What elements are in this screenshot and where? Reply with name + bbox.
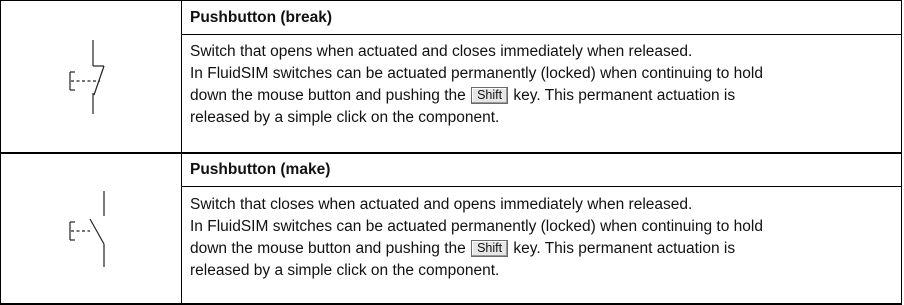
description-line: down the mouse button and pushing the Sh… <box>190 85 895 107</box>
description-line: down the mouse button and pushing the Sh… <box>190 238 895 260</box>
pushbutton-make-description: Pushbutton (make) <box>190 160 895 179</box>
component-table: Pushbutton (break) Switch that opens whe… <box>0 0 902 305</box>
table-column-divider <box>181 0 182 305</box>
pushbutton-make-symbol-cell <box>0 154 181 303</box>
description-line: Switch that opens when actuated and clos… <box>190 43 693 60</box>
pushbutton-break-title: Pushbutton (break) <box>190 9 333 26</box>
description-line: In FluidSIM switches can be actuated per… <box>190 65 763 82</box>
pushbutton-break-text: Switch that opens when actuated and clos… <box>190 41 895 129</box>
title-underline <box>182 186 902 187</box>
description-text: key. This permanent actuation is <box>513 87 736 104</box>
pushbutton-make-icon <box>68 190 105 267</box>
shift-key-icon: Shift <box>471 240 509 257</box>
description-text: down the mouse button and pushing the <box>190 240 466 257</box>
description-line: In FluidSIM switches can be actuated per… <box>190 218 763 235</box>
description-line: released by a simple click on the compon… <box>190 262 500 279</box>
description-line: Switch that closes when actuated and ope… <box>190 196 693 213</box>
shift-key-icon: Shift <box>471 87 509 104</box>
pushbutton-break-symbol-cell <box>0 1 181 152</box>
description-line: released by a simple click on the compon… <box>190 109 500 126</box>
table-right-border <box>901 0 902 305</box>
title-underline <box>182 34 902 35</box>
pushbutton-break-description: Pushbutton (break) <box>190 8 895 27</box>
description-text: key. This permanent actuation is <box>513 240 736 257</box>
pushbutton-make-text: Switch that closes when actuated and ope… <box>190 194 895 282</box>
pushbutton-break-icon <box>68 39 105 114</box>
description-text: down the mouse button and pushing the <box>190 87 466 104</box>
pushbutton-make-title: Pushbutton (make) <box>190 161 331 178</box>
